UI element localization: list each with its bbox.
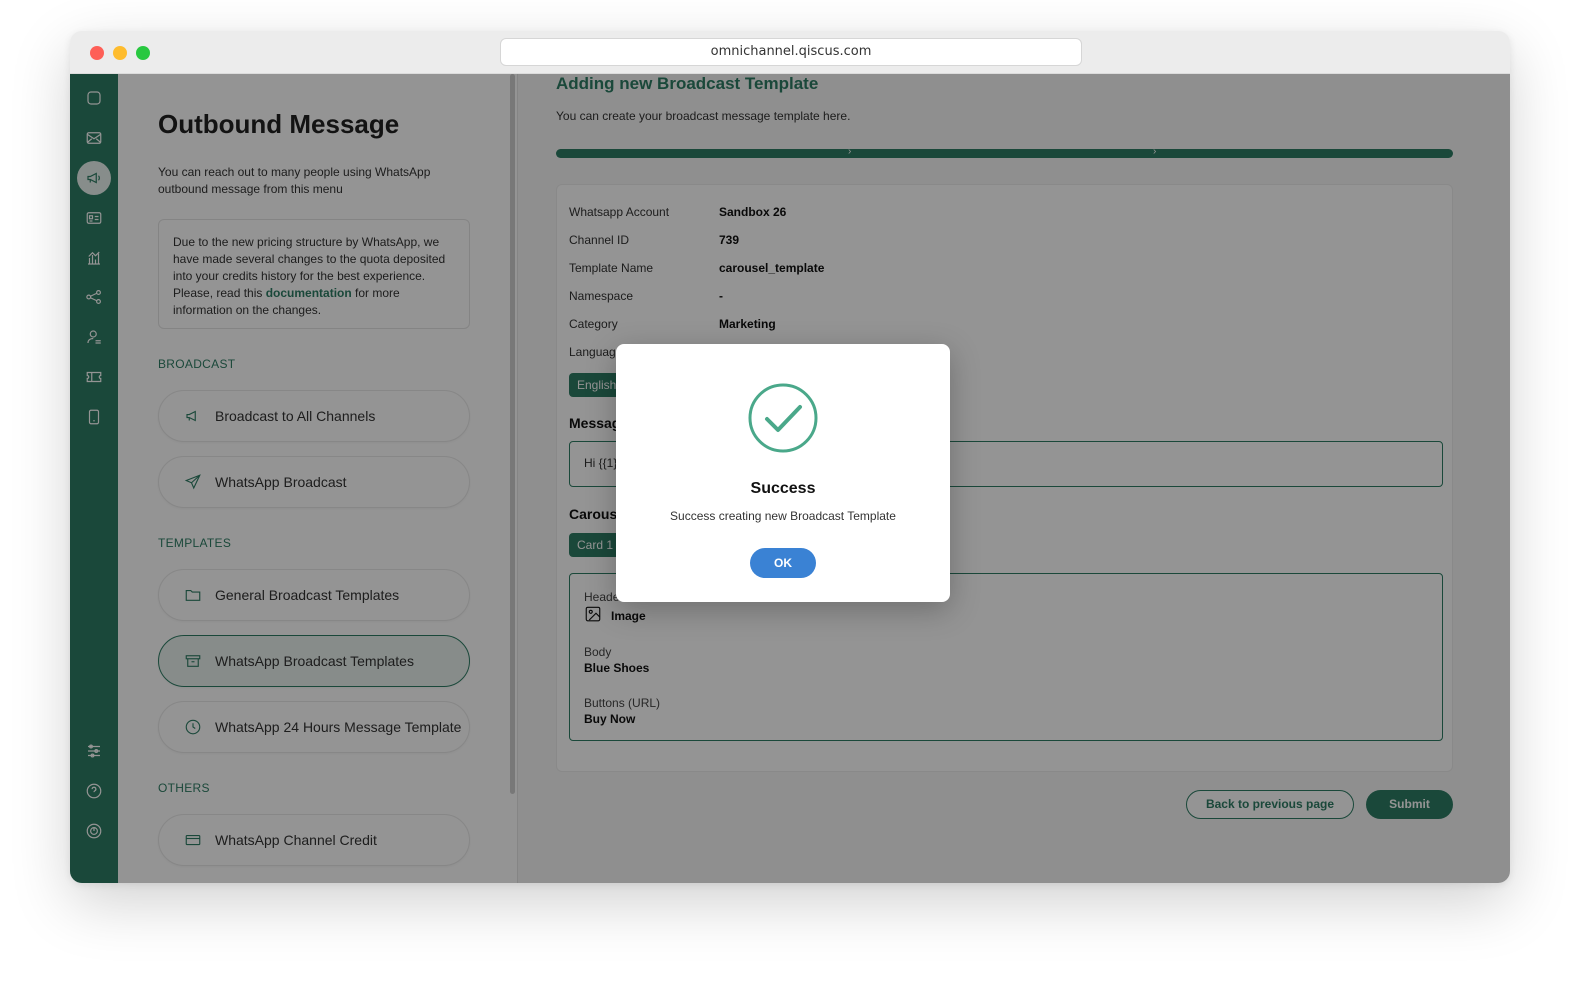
close-window-button[interactable] xyxy=(90,46,104,60)
maximize-window-button[interactable] xyxy=(136,46,150,60)
dialog-message: Success creating new Broadcast Template xyxy=(670,509,896,523)
address-bar[interactable]: omnichannel.qiscus.com xyxy=(500,38,1082,66)
minimize-window-button[interactable] xyxy=(113,46,127,60)
dialog-title: Success xyxy=(750,480,816,497)
success-check-icon xyxy=(748,383,818,453)
browser-titlebar: omnichannel.qiscus.com xyxy=(70,31,1510,74)
success-dialog: Success Success creating new Broadcast T… xyxy=(616,344,950,602)
browser-window: omnichannel.qiscus.com Outbound Message … xyxy=(70,31,1510,883)
app: Outbound Message You can reach out to ma… xyxy=(70,74,1510,883)
ok-button[interactable]: OK xyxy=(750,548,816,578)
